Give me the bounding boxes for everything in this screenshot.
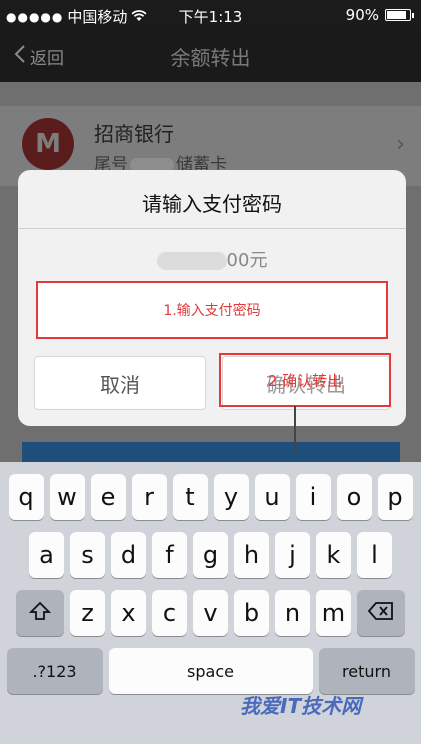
nav-bar: 返回 余额转出 (0, 30, 421, 82)
key-n[interactable]: n (275, 590, 310, 636)
status-bar: ●●●●● 中国移动 下午1:13 90% (0, 0, 421, 30)
delete-key[interactable] (357, 590, 405, 636)
numbers-key[interactable]: .?123 (6, 648, 103, 694)
cancel-button[interactable]: 取消 (34, 356, 206, 410)
keyboard-row-1: qwertyuiop (0, 474, 421, 520)
key-c[interactable]: c (152, 590, 187, 636)
key-h[interactable]: h (234, 532, 269, 578)
dialog-divider (18, 228, 406, 229)
key-y[interactable]: y (213, 474, 249, 520)
key-i[interactable]: i (295, 474, 331, 520)
battery-fill (387, 11, 406, 19)
key-k[interactable]: k (316, 532, 351, 578)
key-x[interactable]: x (111, 590, 146, 636)
key-s[interactable]: s (70, 532, 105, 578)
key-e[interactable]: e (90, 474, 126, 520)
shift-icon (28, 601, 52, 626)
bank-name: 招商银行 (94, 122, 174, 146)
backspace-icon (367, 601, 394, 625)
battery-icon (385, 9, 414, 21)
status-right: 90% (345, 6, 414, 24)
key-o[interactable]: o (336, 474, 372, 520)
key-g[interactable]: g (193, 532, 228, 578)
keyboard-row-4: .?123 space return (0, 648, 421, 694)
key-d[interactable]: d (111, 532, 146, 578)
return-key[interactable]: return (318, 648, 415, 694)
shift-key[interactable] (16, 590, 64, 636)
key-q[interactable]: q (8, 474, 44, 520)
key-t[interactable]: t (172, 474, 208, 520)
battery-percent: 90% (345, 6, 379, 24)
bank-logo: M (22, 118, 74, 170)
keyboard-row-3: zxcvbnm (0, 590, 421, 636)
key-l[interactable]: l (357, 532, 392, 578)
transfer-amount: 00元 (18, 246, 406, 272)
password-input[interactable]: 1.输入支付密码 (36, 281, 388, 339)
key-f[interactable]: f (152, 532, 187, 578)
space-key[interactable]: space (108, 648, 313, 694)
password-annotation: 1.输入支付密码 (163, 303, 261, 319)
key-r[interactable]: r (131, 474, 167, 520)
key-a[interactable]: a (29, 532, 64, 578)
keyboard-row-3-letters: zxcvbnm (70, 590, 351, 636)
key-w[interactable]: w (49, 474, 85, 520)
key-u[interactable]: u (254, 474, 290, 520)
key-b[interactable]: b (234, 590, 269, 636)
pointer-line (294, 406, 296, 452)
dialog-title: 请输入支付密码 (142, 192, 282, 216)
page-title: 余额转出 (170, 46, 251, 70)
keyboard-row-2: asdfghjkl (0, 532, 421, 578)
key-m[interactable]: m (316, 590, 351, 636)
masked-amount (156, 252, 227, 270)
amount-suffix: 00元 (226, 250, 268, 271)
watermark-text: 我爱IT技术网 (240, 694, 362, 718)
key-z[interactable]: z (70, 590, 105, 636)
key-v[interactable]: v (193, 590, 228, 636)
chevron-right-icon: › (396, 132, 405, 157)
key-j[interactable]: j (275, 532, 310, 578)
confirm-annotation: 2.确认转出 (219, 353, 391, 407)
key-p[interactable]: p (377, 474, 413, 520)
